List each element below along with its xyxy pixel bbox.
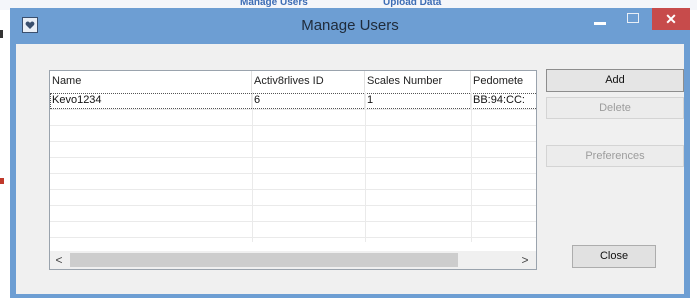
dialog-client-area: Name Activ8rlives ID Scales Number Pedom…: [16, 44, 684, 294]
minimize-button[interactable]: [594, 22, 606, 25]
table-row[interactable]: Kevo1234 6 1 BB:94:CC:: [50, 93, 536, 109]
manage-users-dialog: Manage Users ✕ Name Activ8rlives ID Scal…: [10, 8, 690, 298]
row-gridline: [50, 109, 536, 110]
background-edge-accent: [0, 178, 4, 184]
window-close-button[interactable]: ✕: [652, 8, 690, 30]
cell-pedometer: BB:94:CC:: [471, 93, 536, 109]
preferences-button[interactable]: Preferences: [546, 145, 684, 167]
background-tab-manage-users: Manage Users: [240, 0, 308, 8]
row-gridline: [50, 125, 536, 126]
title-bar[interactable]: Manage Users ✕: [10, 8, 690, 44]
column-header-pedometer[interactable]: Pedomete: [471, 71, 536, 92]
maximize-button[interactable]: [627, 13, 639, 23]
column-header-scales-number[interactable]: Scales Number: [365, 71, 471, 92]
scrollbar-thumb[interactable]: [70, 253, 458, 267]
column-gridline: [252, 92, 253, 242]
row-gridline: [50, 157, 536, 158]
list-header: Name Activ8rlives ID Scales Number Pedom…: [50, 71, 536, 92]
users-list[interactable]: Name Activ8rlives ID Scales Number Pedom…: [49, 70, 537, 270]
row-gridline: [50, 237, 536, 238]
row-gridline: [50, 221, 536, 222]
cell-scales-number: 1: [365, 93, 471, 109]
column-gridline: [471, 92, 472, 242]
column-header-name[interactable]: Name: [50, 71, 252, 92]
row-gridline: [50, 173, 536, 174]
delete-button[interactable]: Delete: [546, 97, 684, 119]
row-gridline: [50, 141, 536, 142]
window-title: Manage Users: [301, 17, 399, 34]
scroll-right-button[interactable]: >: [516, 251, 534, 269]
background-tab-upload-data: Upload Data: [383, 0, 442, 8]
column-header-activ8rlives-id[interactable]: Activ8rlives ID: [252, 71, 365, 92]
close-button[interactable]: Close: [572, 245, 656, 268]
cell-activ8rlives-id: 6: [252, 93, 365, 109]
row-gridline: [50, 205, 536, 206]
row-gridline: [50, 189, 536, 190]
scroll-left-button[interactable]: <: [50, 251, 68, 269]
horizontal-scrollbar[interactable]: < >: [50, 251, 536, 269]
cell-name: Kevo1234: [50, 93, 252, 109]
column-gridline: [365, 92, 366, 242]
add-button[interactable]: Add: [546, 69, 684, 92]
background-edge-mark: [0, 30, 3, 38]
